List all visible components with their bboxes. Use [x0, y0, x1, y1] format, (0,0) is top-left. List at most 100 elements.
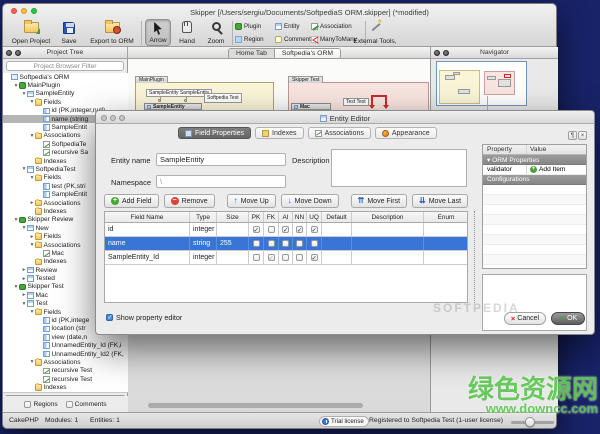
open-project-button[interactable]: Open Project	[9, 19, 53, 46]
region-label[interactable]: Skipper Test	[288, 76, 323, 83]
export-to-orm-button[interactable]: Export to ORM	[87, 19, 137, 46]
property-row-validator[interactable]: validator+Add Item	[483, 165, 586, 175]
dialog-move-down-button[interactable]: ↓Move Down	[281, 194, 339, 208]
property-value[interactable]: +Add Item	[527, 165, 586, 174]
column-header-default[interactable]: Default	[322, 212, 352, 222]
column-header-pk[interactable]: PK	[249, 212, 264, 222]
column-header-size[interactable]: Size	[217, 212, 249, 222]
namespace-input[interactable]: \	[156, 175, 286, 188]
column-header-uq[interactable]: UQ	[307, 212, 322, 222]
field-cell-fk[interactable]	[264, 223, 279, 236]
dialog-tab-indexes[interactable]: Indexes	[255, 127, 304, 139]
field-cell-uq[interactable]	[307, 251, 322, 264]
tree-item-associations[interactable]: ▾Associations	[3, 358, 128, 366]
dialog-move-last-button[interactable]: ⇊Move Last	[412, 194, 468, 208]
dialog-remove-button[interactable]: −Remove	[164, 194, 215, 208]
field-cell-pk[interactable]	[249, 237, 264, 250]
field-cell-ai[interactable]	[279, 223, 293, 236]
field-row-name[interactable]: namestring255	[105, 237, 467, 251]
tree-item-recursive-test[interactable]: recursive Test	[3, 367, 128, 375]
toolbar-entity-button[interactable]: Entity	[275, 20, 311, 33]
description-textarea[interactable]	[331, 149, 467, 187]
entity-softpedia-test[interactable]: Softpedia Test	[204, 93, 242, 103]
tree-item-recursive-test[interactable]: recursive Test	[3, 375, 128, 383]
association-label[interactable]: Test Test	[343, 98, 369, 106]
column-header-nn[interactable]: NN	[293, 212, 307, 222]
hand-tool-button[interactable]: Hand	[174, 19, 200, 46]
folder-icon	[35, 242, 42, 249]
property-panel-close-button[interactable]: ×	[578, 131, 587, 140]
field-cell-nn[interactable]	[293, 237, 307, 250]
field-cell-fk[interactable]	[264, 251, 279, 264]
property-group-configurations[interactable]: Configurations	[483, 175, 586, 185]
field-cell-pk[interactable]	[249, 223, 264, 236]
toolbar-plugin-button[interactable]: Plugin	[235, 20, 275, 33]
minimize-window-button[interactable]	[21, 8, 27, 14]
index-icon	[262, 130, 269, 137]
tree-item-sampleentity[interactable]: ▾SampleEntity	[3, 90, 128, 98]
dialog-tab-associations[interactable]: Associations	[308, 127, 371, 139]
panel-collapse-icon[interactable]	[434, 50, 440, 56]
tree-item-unnamedentity-id-fk-i[interactable]: UnnamedEntity_Id (FK,i	[3, 342, 128, 350]
dialog-splitter[interactable]	[474, 211, 475, 303]
arrow-tool-button[interactable]: Arrow	[145, 19, 171, 46]
column-header-type[interactable]: Type	[190, 212, 217, 222]
regions-checkbox[interactable]: Regions	[24, 401, 57, 408]
column-header-enum[interactable]: Enum	[424, 212, 468, 222]
field-cell-pk[interactable]	[249, 251, 264, 264]
zoom-slider-thumb[interactable]	[525, 417, 535, 427]
entity-name-input[interactable]: SampleEntity	[156, 153, 286, 166]
tree-item-fields[interactable]: ▾Fields	[3, 98, 128, 106]
panel-collapse-icon[interactable]	[6, 50, 12, 56]
dialog-move-first-button[interactable]: ⇈Move First	[351, 194, 407, 208]
toolbar-comment-button[interactable]: Comment	[275, 33, 311, 46]
property-panel-pin-button[interactable]: ¶	[568, 131, 577, 140]
field-cell-nn[interactable]	[293, 251, 307, 264]
field-row-id[interactable]: idinteger	[105, 223, 467, 237]
dialog-move-up-button[interactable]: ↑Move Up	[227, 194, 276, 208]
field-cell-fk[interactable]	[264, 237, 279, 250]
show-property-editor-checkbox[interactable]: Show property editor	[106, 313, 182, 322]
tree-item-softpedia-s-orm[interactable]: Softpedia's ORM	[3, 73, 128, 81]
ok-button[interactable]: ✓ OK	[551, 312, 585, 325]
dialog-tab-appearance[interactable]: Appearance	[375, 127, 437, 139]
association-label[interactable]: SampleEntity SampleEntity	[146, 89, 212, 97]
doc-tab-home-tab[interactable]: Home Tab	[229, 49, 275, 58]
cancel-button[interactable]: × Cancel	[504, 312, 546, 325]
tree-item-mainplugin[interactable]: ▾MainPlugin	[3, 81, 128, 89]
column-header-description[interactable]: Description	[352, 212, 424, 222]
close-window-button[interactable]	[11, 8, 17, 14]
column-header-ai[interactable]: AI	[279, 212, 293, 222]
field-cell-ai[interactable]	[279, 251, 293, 264]
dialog-add-field-button[interactable]: +Add Field	[104, 194, 159, 208]
project-browser-filter-input[interactable]: Project Browser Filter	[6, 61, 124, 71]
field-cell-uq[interactable]	[307, 223, 322, 236]
save-button[interactable]: Save	[55, 19, 83, 46]
toolbar-region-button[interactable]: Region	[235, 33, 275, 46]
doc-tab-softpedia-s-orm[interactable]: Softpedia's ORM	[275, 49, 340, 58]
column-header-field-name[interactable]: Field Name	[105, 212, 190, 222]
field-cell-uq[interactable]	[307, 237, 322, 250]
tree-item-unnamedentity-id2-fk[interactable]: UnnamedEntity_Id2 (FK,	[3, 350, 128, 358]
zoom-tool-button[interactable]: Zoom	[203, 19, 229, 46]
canvas-horizontal-scrollbar[interactable]	[148, 403, 363, 408]
field-cell-nn[interactable]	[293, 223, 307, 236]
external-tools-button[interactable]: External Tools,	[343, 19, 407, 46]
tree-item-label: Tested	[36, 275, 55, 282]
dialog-tab-field-properties[interactable]: Field Properties	[178, 127, 251, 139]
panel-collapse-icon[interactable]	[15, 50, 21, 56]
column-header-fk[interactable]: FK	[264, 212, 279, 222]
property-group-orm-properties[interactable]: ▾ ORM Properties	[483, 155, 586, 165]
field-row-sampleentity-id[interactable]: SampleEntity_Idinteger	[105, 251, 467, 265]
comments-checkbox[interactable]: Comments	[66, 401, 107, 408]
field-cell-ai[interactable]	[279, 237, 293, 250]
zoom-window-button[interactable]	[31, 8, 37, 14]
tree-item-label: Test	[36, 300, 48, 307]
last-arrow-icon: ⇊	[419, 197, 426, 205]
red-association-connector[interactable]	[371, 95, 387, 108]
navigator-minimap[interactable]	[436, 61, 527, 106]
trial-license-badge[interactable]: Trial license	[319, 416, 369, 427]
tree-item-indexes[interactable]: Indexes	[3, 383, 128, 391]
region-label[interactable]: MainPlugin	[135, 76, 168, 83]
panel-collapse-icon[interactable]	[443, 50, 449, 56]
